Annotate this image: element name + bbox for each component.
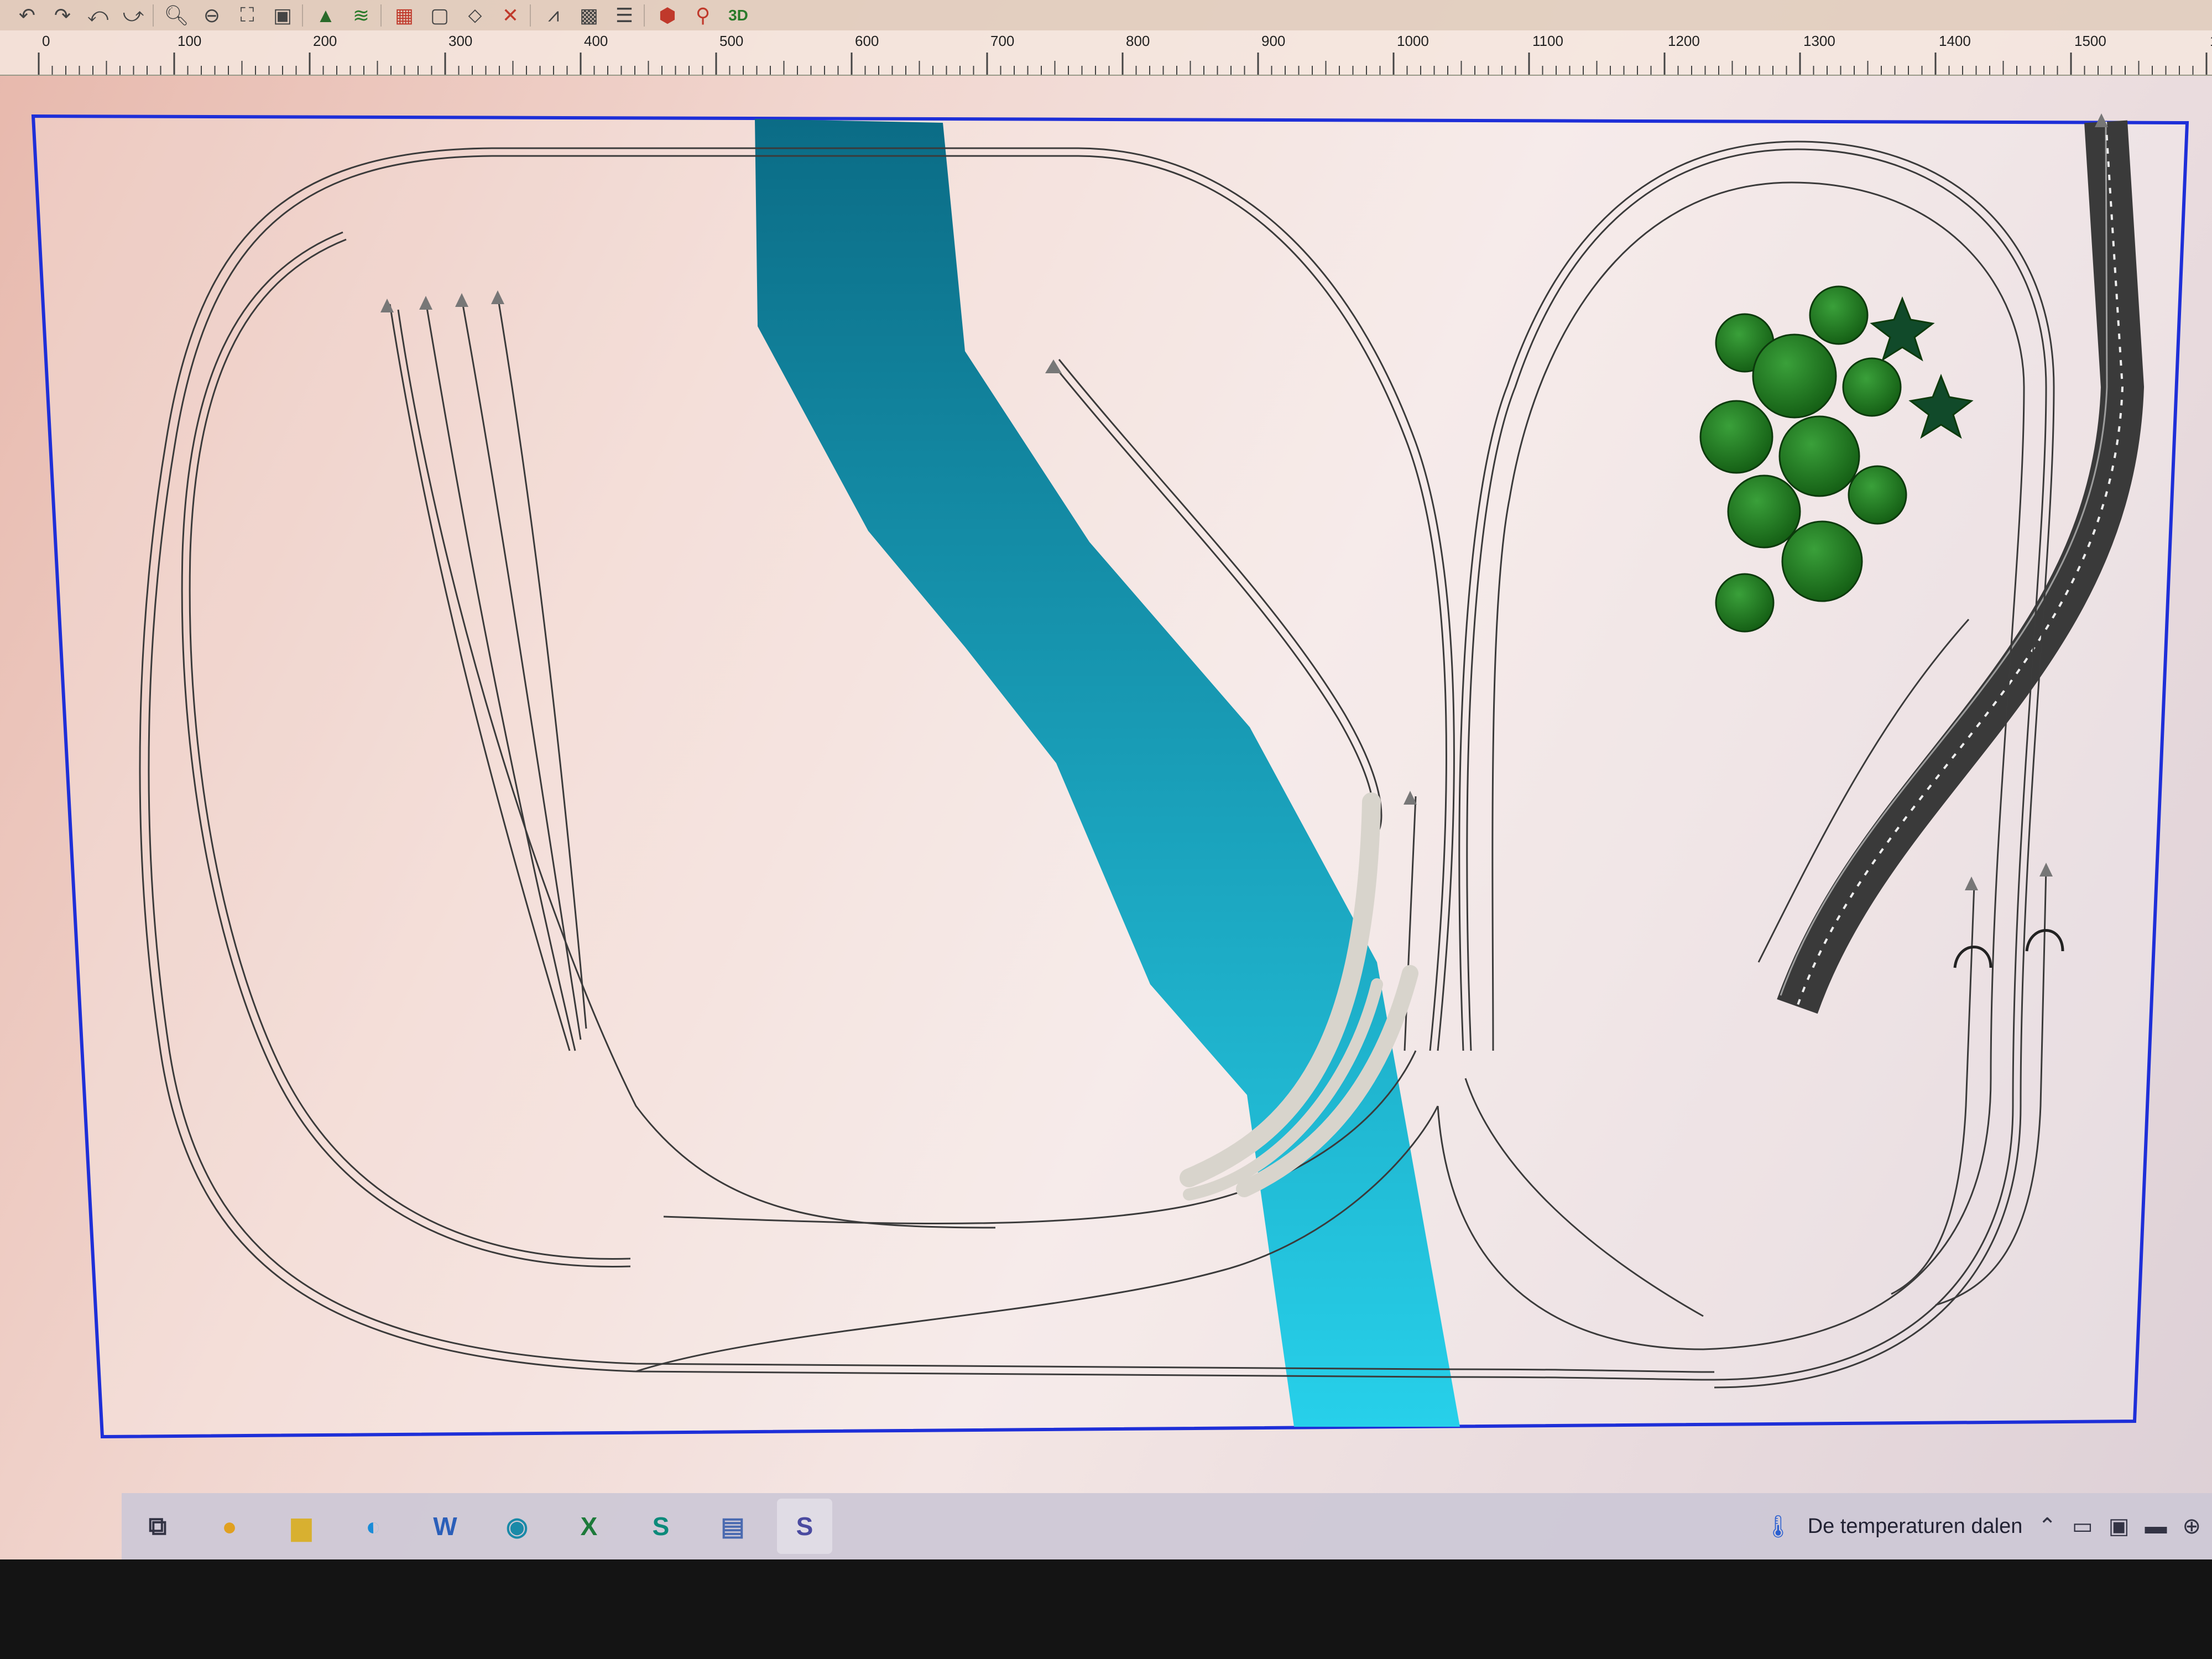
background-image-icon[interactable]: ▲ xyxy=(310,2,342,29)
redo-history-icon[interactable]: ⤻ xyxy=(117,2,149,29)
ruler-label: 1500 xyxy=(2074,33,2106,49)
toolbar-separator xyxy=(644,4,648,27)
redo-icon[interactable]: ↷ xyxy=(46,2,79,29)
undo-icon[interactable]: ↶ xyxy=(11,2,43,29)
tree-icon xyxy=(1727,474,1801,549)
ruler-label: 800 xyxy=(1126,33,1150,49)
layers-icon[interactable]: ≋ xyxy=(345,2,377,29)
sharepoint-icon[interactable]: S xyxy=(633,1499,688,1554)
edge-icon[interactable]: ◐ xyxy=(346,1499,401,1554)
track-planner-icon[interactable]: S xyxy=(777,1499,832,1554)
display-icon[interactable]: ▣ xyxy=(2109,1514,2130,1539)
zoom-page-icon[interactable]: ▣ xyxy=(267,2,299,29)
undo-history-icon[interactable]: ⤺ xyxy=(82,2,114,29)
ruler-label: 700 xyxy=(990,33,1014,49)
tree-icon xyxy=(1778,415,1860,497)
ruler-label: 1100 xyxy=(1532,33,1563,49)
toolbar-separator xyxy=(302,4,306,27)
ruler-label: 600 xyxy=(855,33,879,49)
ruler-label: 1200 xyxy=(1668,33,1700,49)
lines-icon[interactable]: ☰ xyxy=(608,2,640,29)
ruler-label: 500 xyxy=(719,33,743,49)
ruler-label: 100 xyxy=(178,33,201,49)
ruler-label: 1000 xyxy=(1397,33,1429,49)
red-tool-icon[interactable]: ▦ xyxy=(388,2,420,29)
ruler-scale: 0 100 200 300 400 500 600 700 800 900 1000 1100 1200… xyxy=(38,33,2212,75)
globe-icon[interactable]: ⊕ xyxy=(2182,1514,2201,1539)
zoom-in-icon[interactable]: 🔍︎ xyxy=(160,2,192,29)
ruler-label: 1600 xyxy=(2210,33,2212,49)
ruler-label: 400 xyxy=(584,33,608,49)
toolbar-separator xyxy=(530,4,534,27)
excel-icon[interactable]: X xyxy=(561,1499,617,1554)
file-explorer-icon[interactable]: ▆ xyxy=(274,1499,329,1554)
ruler-label: 900 xyxy=(1261,33,1285,49)
system-tray: 🌡︎ De temperaturen dalen ⌃ ▭ ▣ ▬ ⊕ xyxy=(1764,1493,2201,1559)
tree-icon xyxy=(1809,285,1869,345)
dice-icon[interactable]: ⬢ xyxy=(651,2,684,29)
chevron-up-icon[interactable]: ⌃ xyxy=(2038,1514,2057,1539)
ruler-label: 0 xyxy=(42,33,50,49)
layout-canvas[interactable] xyxy=(0,75,2212,1490)
toolbar-separator xyxy=(380,4,385,27)
screen: ↶ ↷ ⤺ ⤻ 🔍︎ ⊖ ⛶ ▣ ▲ ≋ ▦ ▢ ⬦ ✕ ⩘ ▩ ☰ ⬢ ⚲ 3… xyxy=(0,0,2212,1559)
horizontal-ruler: 0 100 200 300 400 500 600 700 800 900 1000 1100 1200… xyxy=(0,30,2212,76)
tree-icon xyxy=(1781,520,1863,602)
ruler-label: 300 xyxy=(448,33,472,49)
module-icon[interactable]: ▢ xyxy=(424,2,456,29)
delete-icon[interactable]: ✕ xyxy=(494,2,526,29)
windows-taskbar: ⧉ ● ▆ ◐ W ◉ X S ▤ S 🌡︎ De temperaturen dalen ⌃ ▭ … xyxy=(122,1493,2212,1559)
weather-icon[interactable]: 🌡︎ xyxy=(1764,1514,1792,1540)
tunnel-icon[interactable]: ▩ xyxy=(573,2,605,29)
bridge-icon[interactable]: ⩘ xyxy=(538,2,570,29)
3d-view-icon[interactable]: 3D xyxy=(722,2,754,29)
track-end-marker xyxy=(2095,113,2108,127)
task-view-icon[interactable]: ⧉ xyxy=(130,1499,185,1554)
tree-icon xyxy=(1715,573,1775,633)
tree-icon xyxy=(1699,400,1773,474)
track-plan[interactable] xyxy=(0,75,2212,1490)
battery-icon[interactable]: ▬ xyxy=(2145,1514,2167,1539)
sign-icon[interactable]: ⬦ xyxy=(459,2,491,29)
tree-icon xyxy=(1752,333,1837,419)
tree-icon xyxy=(1842,357,1902,417)
ruler-label: 200 xyxy=(313,33,337,49)
word-icon[interactable]: W xyxy=(418,1499,473,1554)
search-pin-icon[interactable]: ⚲ xyxy=(687,2,719,29)
ruler-label: 1300 xyxy=(1803,33,1835,49)
ruler-label: 1400 xyxy=(1939,33,1971,49)
calculator-icon[interactable]: ▤ xyxy=(705,1499,760,1554)
chrome-icon[interactable]: ● xyxy=(202,1499,257,1554)
app-circle-icon[interactable]: ◉ xyxy=(489,1499,545,1554)
zoom-out-icon[interactable]: ⊖ xyxy=(196,2,228,29)
toolbar-separator xyxy=(153,4,157,27)
toolbar: ↶ ↷ ⤺ ⤻ 🔍︎ ⊖ ⛶ ▣ ▲ ≋ ▦ ▢ ⬦ ✕ ⩘ ▩ ☰ ⬢ ⚲ 3… xyxy=(0,0,2212,30)
network-icon[interactable]: ▭ xyxy=(2072,1514,2093,1539)
zoom-fit-icon[interactable]: ⛶ xyxy=(231,2,263,29)
weather-text[interactable]: De temperaturen dalen xyxy=(1808,1515,2023,1538)
tree-icon xyxy=(1848,465,1907,525)
